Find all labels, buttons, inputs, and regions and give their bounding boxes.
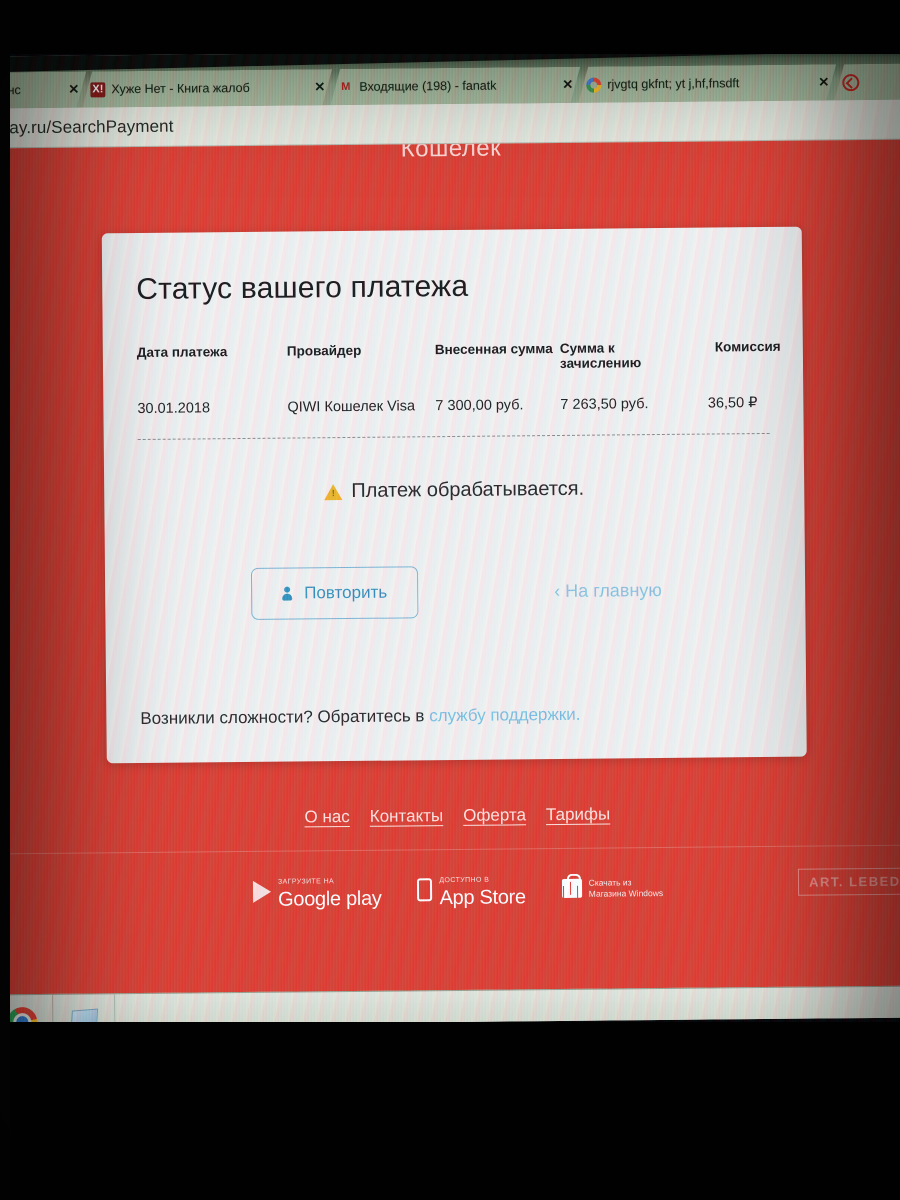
taskbar-empty-area[interactable] xyxy=(115,986,900,1026)
home-link[interactable]: ‹ На главную xyxy=(554,579,662,601)
footer-link-contacts[interactable]: Контакты xyxy=(370,806,444,827)
browser-tab-4[interactable] xyxy=(834,63,900,100)
cell-provider: QIWI Кошелек Visa xyxy=(287,398,416,416)
design-credit[interactable]: ART. LEBEDEV xyxy=(797,867,900,896)
badge-main-text: App Store xyxy=(439,886,526,910)
status-badge: Платеж обрабатывается. xyxy=(351,477,585,502)
card-actions: Повторить ‹ На главную xyxy=(139,563,771,621)
page-title: Статус вашего платежа xyxy=(136,269,469,307)
browser-tab-3[interactable]: rjvgtq gkfnt; yt j,hf,fnsdft ✕ xyxy=(578,64,836,102)
warning-triangle-icon xyxy=(324,483,343,500)
badge-top-text: ЗАГРУЗИТЕ НА xyxy=(277,878,335,886)
notepad-icon xyxy=(69,1008,98,1027)
cell-credited: 7 263,50 руб. xyxy=(560,396,649,413)
close-icon[interactable]: ✕ xyxy=(314,79,326,95)
url-text: nepay.ru/SearchPayment xyxy=(0,116,174,138)
browser-tab-0[interactable]: ал Темнс ✕ xyxy=(0,71,87,108)
footer-link-tariffs[interactable]: Тарифы xyxy=(546,804,610,825)
user-add-icon xyxy=(282,587,296,601)
support-link[interactable]: службу поддержки. xyxy=(429,705,581,725)
column-header-credited: Сумма к зачислению xyxy=(559,340,642,371)
cell-paid: 7 300,00 руб. xyxy=(435,397,524,415)
browser-tab-2[interactable]: M Входящие (198) - fanatk ✕ xyxy=(330,67,580,105)
repeat-button-label: Повторить xyxy=(304,582,388,603)
store-badges: ЗАГРУЗИТЕ НА Google play Доступно в App … xyxy=(0,864,900,914)
cell-fee: 36,50 ₽ xyxy=(707,395,758,412)
payment-status-card: Статус вашего платежа Дата платежа Прова… xyxy=(101,226,807,764)
windows-store-icon xyxy=(561,878,582,898)
tab-label: Хуже Нет - Книга жалоб xyxy=(111,80,250,97)
footer-divider xyxy=(0,844,900,855)
column-header-paid: Внесенная сумма xyxy=(434,341,553,358)
footer-link-offer[interactable]: Оферта xyxy=(463,805,526,826)
badge-main-text: Google play xyxy=(277,887,382,911)
support-prefix: Возникли сложности? Обратитесь в xyxy=(140,706,430,729)
close-icon[interactable]: ✕ xyxy=(818,74,830,90)
gmail-icon: M xyxy=(341,80,351,94)
support-line: Возникли сложности? Обратитесь в службу … xyxy=(140,705,580,729)
badge-line2: Магазина Windows xyxy=(588,887,664,899)
close-icon[interactable]: ✕ xyxy=(68,82,80,98)
payment-table: Дата платежа Провайдер Внесенная сумма С… xyxy=(136,339,781,441)
google-play-badge[interactable]: ЗАГРУЗИТЕ НА Google play xyxy=(252,870,382,912)
table-header-row: Дата платежа Провайдер Внесенная сумма С… xyxy=(136,339,781,375)
laptop-screen: ал Темнс ✕ X! Хуже Нет - Книга жалоб ✕ M… xyxy=(0,47,900,1027)
table-row: 30.01.2018 QIWI Кошелек Visa 7 300,00 ру… xyxy=(137,394,770,441)
close-icon[interactable]: ✕ xyxy=(562,77,574,93)
page-content: Кошелек Статус вашего платежа Дата плате… xyxy=(0,139,900,995)
app-store-icon xyxy=(417,878,433,902)
google-play-icon xyxy=(252,880,272,903)
google-icon xyxy=(586,77,601,92)
column-header-provider: Провайдер xyxy=(286,342,362,359)
windows-store-badge[interactable]: Скачать из Магазина Windows xyxy=(561,877,664,899)
tab-label: ал Темнс xyxy=(0,83,21,98)
cell-date: 30.01.2018 xyxy=(137,400,211,418)
footer-link-about[interactable]: О нас xyxy=(304,807,349,827)
footer-nav: О нас Контакты Оферта Тарифы xyxy=(0,801,900,830)
opera-icon xyxy=(842,74,859,91)
taskbar-item-chrome[interactable] xyxy=(0,994,54,1027)
laptop-bezel-bottom xyxy=(0,1022,900,1200)
repeat-button[interactable]: Повторить xyxy=(250,566,419,620)
photo-of-laptop-screen: ал Темнс ✕ X! Хуже Нет - Книга жалоб ✕ M… xyxy=(0,0,900,1200)
badge-line1: Скачать из xyxy=(588,877,632,888)
app-store-badge[interactable]: Доступно в App Store xyxy=(417,868,526,910)
column-header-fee: Комиссия xyxy=(714,338,781,355)
tab-label: rjvgtq gkfnt; yt j,hf,fnsdft xyxy=(607,76,740,92)
status-message: Платеж обрабатывается. xyxy=(138,476,770,505)
column-header-date: Дата платежа xyxy=(136,344,228,361)
browser-tabstrip: ал Темнс ✕ X! Хуже Нет - Книга жалоб ✕ M… xyxy=(0,47,900,109)
badge-top-text: Доступно в xyxy=(439,876,490,885)
tab-label: Входящие (198) - fanatk xyxy=(359,78,497,94)
browser-tab-1[interactable]: X! Хуже Нет - Книга жалоб ✕ xyxy=(82,69,332,107)
chrome-icon xyxy=(6,1006,37,1027)
taskbar-item-notepad[interactable] xyxy=(53,994,116,1027)
laptop-bezel-top xyxy=(0,0,900,54)
x-red-icon: X! xyxy=(90,82,105,97)
